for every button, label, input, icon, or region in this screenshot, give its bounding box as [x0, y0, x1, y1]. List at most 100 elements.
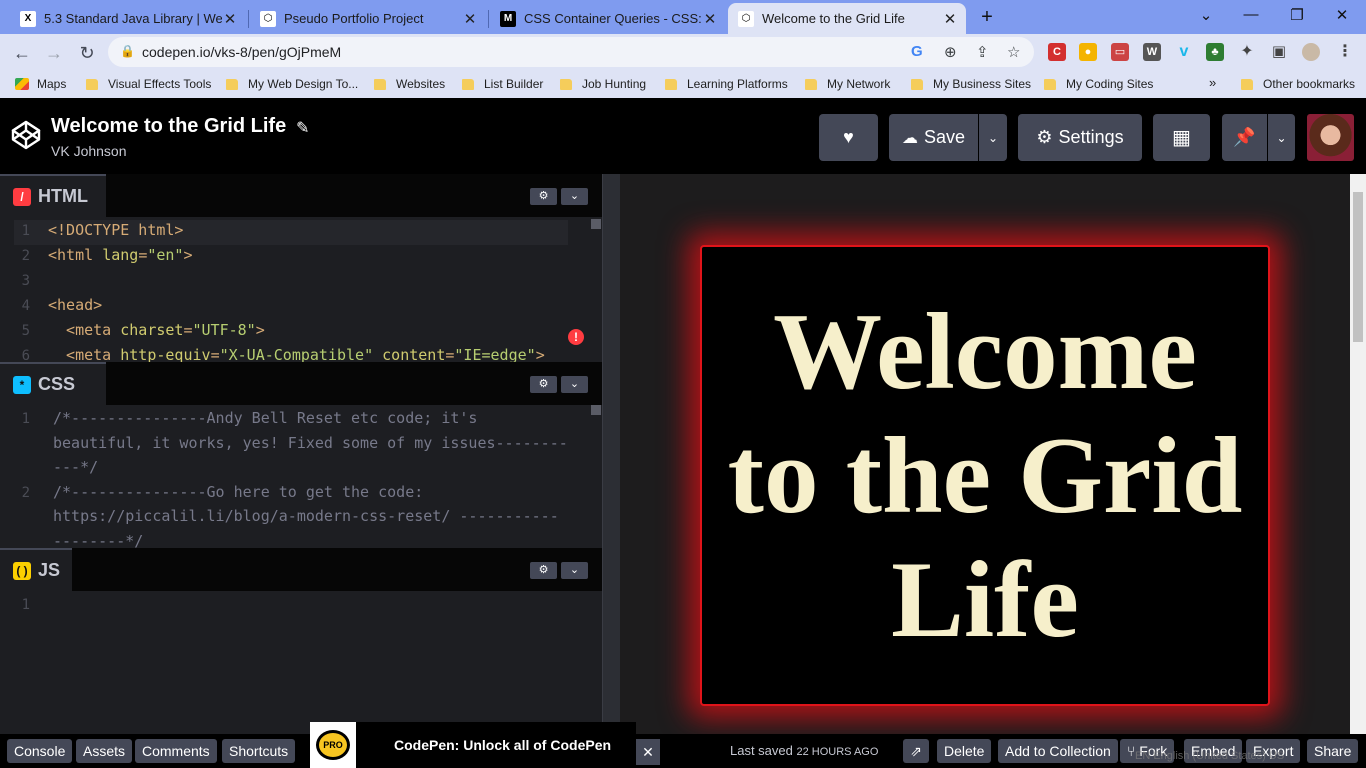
tab-css[interactable]: * CSS: [0, 362, 106, 405]
extension-icon[interactable]: ♣: [1206, 43, 1224, 61]
reload-icon[interactable]: ↻: [76, 42, 98, 64]
back-icon[interactable]: ←: [11, 42, 33, 64]
share-icon[interactable]: ⇪: [976, 43, 989, 61]
pro-badge: PRO: [310, 722, 356, 768]
code-line[interactable]: <meta charset="UTF-8">: [48, 321, 265, 339]
minimize-icon[interactable]: —: [1236, 6, 1266, 23]
code-line[interactable]: https://piccalil.li/blog/a-modern-css-re…: [53, 507, 559, 525]
editor-settings-icon[interactable]: ⚙: [530, 188, 557, 205]
bookmark-folder[interactable]: Visual Effects Tools: [86, 77, 211, 91]
html-code-area[interactable]: 1 <!DOCTYPE html> 2 <html lang="en"> 3 4 <head…: [0, 217, 602, 362]
codepen-logo-icon[interactable]: [10, 119, 42, 151]
console-button[interactable]: Console: [7, 739, 73, 763]
gear-icon: ⚙: [1036, 127, 1053, 147]
tab-js[interactable]: ( ) JS: [0, 548, 72, 591]
bookmark-folder[interactable]: My Network: [805, 77, 890, 91]
assets-button[interactable]: Assets: [76, 739, 133, 763]
restore-icon[interactable]: ❐: [1282, 6, 1312, 24]
editor-collapse-icon[interactable]: ⌄: [561, 188, 588, 205]
comments-button[interactable]: Comments: [135, 739, 217, 763]
edit-title-icon[interactable]: ✎: [296, 118, 309, 138]
pro-promo-banner[interactable]: PRO CodePen: Unlock all of CodePen: [310, 722, 636, 768]
tab-search-icon[interactable]: ⌄: [1191, 6, 1221, 24]
url-bar[interactable]: 🔒 codepen.io/vks-8/pen/gOjPmeM G ⊕ ⇪ ☆: [108, 37, 1034, 67]
close-tab-icon[interactable]: ✕: [462, 10, 478, 28]
code-line[interactable]: beautiful, it works, yes! Fixed some of …: [53, 434, 568, 452]
bookmark-folder[interactable]: Job Hunting: [560, 77, 646, 91]
code-line[interactable]: <html lang="en">: [48, 246, 193, 264]
save-options-button[interactable]: ⌄: [979, 114, 1007, 161]
preview-scrollbar[interactable]: [1350, 174, 1366, 734]
editor-settings-icon[interactable]: ⚙: [530, 562, 557, 579]
browser-tab-java[interactable]: X 5.3 Standard Java Library | Week ✕: [10, 3, 246, 34]
side-panel-icon[interactable]: ▣: [1270, 43, 1288, 61]
close-tab-icon[interactable]: ✕: [942, 10, 958, 28]
google-lens-icon[interactable]: G: [911, 43, 923, 60]
bookmark-folder[interactable]: List Builder: [462, 77, 543, 91]
lock-icon[interactable]: 🔒: [120, 44, 135, 58]
scrollbar[interactable]: [591, 405, 601, 415]
profile-icon[interactable]: [1302, 43, 1320, 61]
tab-html[interactable]: / HTML: [0, 174, 106, 217]
close-tab-icon[interactable]: ✕: [222, 10, 238, 28]
bookmark-star-icon[interactable]: ☆: [1007, 43, 1020, 61]
bookmark-label: My Web Design To...: [248, 77, 359, 91]
pin-options-button[interactable]: ⌄: [1268, 114, 1295, 161]
avatar[interactable]: [1307, 114, 1354, 161]
bookmark-folder[interactable]: My Coding Sites: [1044, 77, 1153, 91]
code-line[interactable]: <head>: [48, 296, 102, 314]
code-line[interactable]: ---*/: [53, 458, 98, 476]
bookmark-maps[interactable]: Maps: [15, 77, 66, 91]
bookmark-folder[interactable]: Websites: [374, 77, 445, 91]
change-view-button[interactable]: ▦: [1153, 114, 1210, 161]
browser-tab-grid-life[interactable]: ⬡ Welcome to the Grid Life ✕: [728, 3, 966, 34]
css-code-area[interactable]: 1 /*---------------Andy Bell Reset etc co…: [0, 405, 602, 548]
url-text[interactable]: codepen.io/vks-8/pen/gOjPmeM: [142, 44, 341, 60]
save-button[interactable]: ☁ Save: [889, 114, 978, 161]
other-bookmarks[interactable]: Other bookmarks: [1241, 77, 1355, 91]
zoom-icon[interactable]: ⊕: [944, 43, 957, 61]
extension-icon[interactable]: ▭: [1111, 43, 1129, 61]
close-tab-icon[interactable]: ✕: [702, 10, 718, 28]
menu-icon[interactable]: ⋮: [1336, 43, 1354, 61]
pen-author[interactable]: VK Johnson: [51, 143, 127, 159]
pen-title[interactable]: Welcome to the Grid Life: [51, 115, 286, 138]
editor-collapse-icon[interactable]: ⌄: [561, 562, 588, 579]
pin-button[interactable]: 📌: [1222, 114, 1267, 161]
js-code-area[interactable]: 1: [0, 591, 602, 734]
extension-icon[interactable]: C: [1048, 43, 1066, 61]
scrollbar[interactable]: [591, 219, 601, 229]
extension-icon[interactable]: ●: [1079, 43, 1097, 61]
bookmark-folder[interactable]: Learning Platforms: [665, 77, 788, 91]
code-line[interactable]: /*---------------Go here to get the code…: [53, 483, 423, 501]
resize-handle[interactable]: [602, 174, 620, 734]
shortcuts-button[interactable]: Shortcuts: [222, 739, 296, 763]
vimeo-icon[interactable]: v: [1175, 43, 1193, 61]
editor-collapse-icon[interactable]: ⌄: [561, 376, 588, 393]
forward-icon[interactable]: →: [43, 42, 65, 64]
new-tab-button[interactable]: +: [976, 6, 998, 28]
puzzle-icon[interactable]: ✦: [1238, 43, 1256, 61]
bookmarks-overflow-button[interactable]: »: [1209, 75, 1216, 90]
code-line[interactable]: --------*/: [53, 532, 143, 549]
share-button[interactable]: Share: [1307, 739, 1359, 763]
code-line[interactable]: <!DOCTYPE html>: [48, 221, 183, 239]
error-icon[interactable]: !: [568, 329, 584, 345]
heart-button[interactable]: ♥: [819, 114, 878, 161]
add-to-collection-button[interactable]: Add to Collection: [998, 739, 1118, 763]
scrollbar-thumb[interactable]: [1353, 192, 1363, 342]
close-promo-button[interactable]: ✕: [636, 739, 660, 765]
open-external-icon[interactable]: ⇗: [903, 739, 929, 763]
close-window-icon[interactable]: ✕: [1327, 6, 1357, 24]
delete-button[interactable]: Delete: [937, 739, 992, 763]
bookmark-folder[interactable]: My Business Sites: [911, 77, 1031, 91]
browser-tab-mdn[interactable]: M CSS Container Queries - CSS: Cas ✕: [490, 3, 726, 34]
extension-icon[interactable]: W: [1143, 43, 1161, 61]
promo-text[interactable]: CodePen: Unlock all of CodePen: [394, 737, 611, 753]
browser-tab-portfolio[interactable]: ⬡ Pseudo Portfolio Project ✕: [250, 3, 486, 34]
bookmark-folder[interactable]: My Web Design To...: [226, 77, 358, 91]
settings-button[interactable]: ⚙ Settings: [1018, 114, 1142, 161]
code-line[interactable]: <meta http-equiv="X-UA-Compatible" conte…: [48, 346, 545, 362]
editor-settings-icon[interactable]: ⚙: [530, 376, 557, 393]
code-line[interactable]: /*---------------Andy Bell Reset etc cod…: [53, 409, 477, 427]
